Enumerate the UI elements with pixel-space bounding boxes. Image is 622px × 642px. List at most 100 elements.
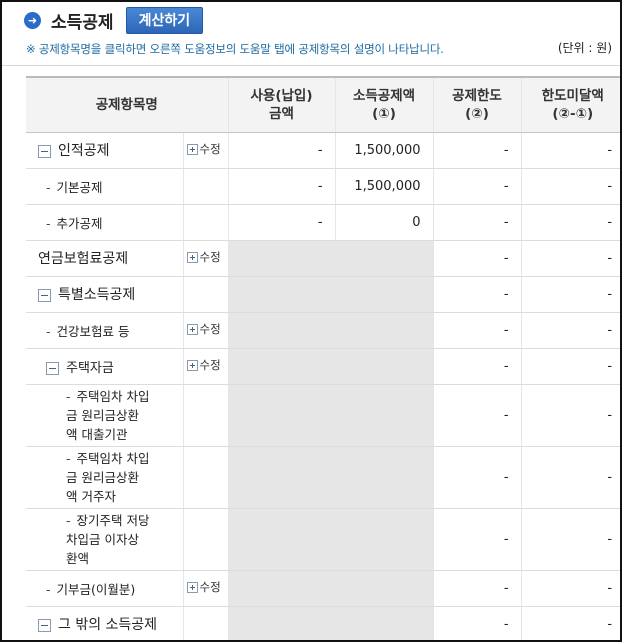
used-amount: - xyxy=(227,132,336,169)
limit-amount: - xyxy=(432,276,522,313)
row-name-special[interactable]: 특별소득공제 xyxy=(26,276,183,313)
remain-amount: - xyxy=(520,384,620,447)
plus-icon xyxy=(186,359,198,371)
table-row: - 주택임차 차입 금 원리금상환 액 대출기관 - - xyxy=(26,384,620,447)
deduct-amount xyxy=(334,446,434,509)
col-header-name: 공제항목명 xyxy=(26,76,229,133)
table-row: - 주택임차 차입 금 원리금상환 액 거주자 - - xyxy=(26,446,620,509)
table-header-row: 공제항목명 사용(납입) 금액 소득공제액 (①) 공제한도 (②) 한도미달액 (②-… xyxy=(26,76,620,133)
remain-amount: - xyxy=(520,508,620,571)
calculate-button[interactable]: 계산하기 xyxy=(125,6,204,34)
col-header-used: 사용(납입) 금액 xyxy=(227,76,336,133)
deduct-amount: 0 xyxy=(334,204,434,241)
edit-cell[interactable]: 수정 xyxy=(182,240,229,277)
collapse-icon[interactable] xyxy=(38,144,51,158)
table-row: - 추가공제 - 0 - - xyxy=(26,204,620,241)
table-row: 그 밖의 소득공제 - - xyxy=(26,606,620,640)
edit-button[interactable]: 수정 xyxy=(186,321,221,337)
edit-cell xyxy=(182,606,229,640)
row-name-other[interactable]: 그 밖의 소득공제 xyxy=(26,606,183,640)
deduct-amount xyxy=(334,606,434,640)
edit-cell xyxy=(182,384,229,447)
collapse-icon[interactable] xyxy=(46,361,59,375)
edit-cell[interactable]: 수정 xyxy=(182,312,229,349)
table-row: 주택자금 수정 - - xyxy=(26,348,620,385)
plus-icon xyxy=(186,581,198,593)
collapse-icon[interactable] xyxy=(38,288,51,302)
row-name-additional[interactable]: - 추가공제 xyxy=(26,204,183,241)
row-name-lease-loan-institution[interactable]: - 주택임차 차입 금 원리금상환 액 대출기관 xyxy=(26,384,183,447)
used-amount xyxy=(227,384,336,447)
unit-label: (단위 : 원) xyxy=(557,41,612,55)
used-amount xyxy=(227,606,336,640)
limit-amount: - xyxy=(432,384,522,447)
row-name-mortgage-interest[interactable]: - 장기주택 저당 차입금 이자상 환액 xyxy=(26,508,183,571)
edit-cell xyxy=(182,168,229,205)
remain-amount: - xyxy=(520,446,620,509)
limit-amount: - xyxy=(432,606,522,640)
deduct-amount xyxy=(334,348,434,385)
help-notice: ※ 공제항목명을 클릭하면 오른쪽 도움정보의 도움말 탭에 공제항목의 설명이… xyxy=(26,42,444,56)
row-name-personal[interactable]: 인적공제 xyxy=(26,132,183,169)
edit-cell[interactable]: 수정 xyxy=(182,570,229,607)
edit-button[interactable]: 수정 xyxy=(186,579,221,595)
edit-cell xyxy=(182,276,229,313)
remain-amount: - xyxy=(520,570,620,607)
remain-amount: - xyxy=(520,606,620,640)
table-row: - 기본공제 - 1,500,000 - - xyxy=(26,168,620,205)
limit-amount: - xyxy=(432,508,522,571)
row-name-donation[interactable]: - 기부금(이월분) xyxy=(26,570,183,607)
limit-amount: - xyxy=(432,348,522,385)
row-name-health[interactable]: - 건강보험료 등 xyxy=(26,312,183,349)
edit-cell[interactable]: 수정 xyxy=(182,348,229,385)
limit-amount: - xyxy=(432,132,522,169)
limit-amount: - xyxy=(432,312,522,349)
collapse-icon[interactable] xyxy=(38,618,51,632)
limit-amount: - xyxy=(432,446,522,509)
remain-amount: - xyxy=(520,276,620,313)
edit-button[interactable]: 수정 xyxy=(186,141,221,157)
edit-cell xyxy=(182,204,229,241)
used-amount: - xyxy=(227,204,336,241)
used-amount xyxy=(227,276,336,313)
row-name-pension[interactable]: 연금보험료공제 xyxy=(26,240,183,277)
row-name-basic[interactable]: - 기본공제 xyxy=(26,168,183,205)
divider xyxy=(2,65,620,66)
edit-button[interactable]: 수정 xyxy=(186,249,221,265)
remain-amount: - xyxy=(520,168,620,205)
edit-cell xyxy=(182,446,229,509)
arrow-right-circle-icon: ➜ xyxy=(24,11,41,29)
table-row: - 기부금(이월분) 수정 - - xyxy=(26,570,620,607)
col-header-limit: 공제한도 (②) xyxy=(432,76,522,133)
row-name-housing[interactable]: 주택자금 xyxy=(26,348,183,385)
deduction-table: 공제항목명 사용(납입) 금액 소득공제액 (①) 공제한도 (②) 한도미달액 (②-… xyxy=(26,76,620,640)
edit-cell xyxy=(182,508,229,571)
table-row: - 건강보험료 등 수정 - - xyxy=(26,312,620,349)
remain-amount: - xyxy=(520,312,620,349)
page-title: 소득공제 xyxy=(51,12,114,33)
limit-amount: - xyxy=(432,168,522,205)
remain-amount: - xyxy=(520,240,620,277)
plus-icon xyxy=(186,251,198,263)
remain-amount: - xyxy=(520,132,620,169)
table-row: - 장기주택 저당 차입금 이자상 환액 - - xyxy=(26,508,620,571)
used-amount xyxy=(227,240,336,277)
deduct-amount xyxy=(334,384,434,447)
limit-amount: - xyxy=(432,570,522,607)
table-row: 인적공제 수정 - 1,500,000 - - xyxy=(26,132,620,169)
used-amount xyxy=(227,570,336,607)
used-amount: - xyxy=(227,168,336,205)
deduct-amount xyxy=(334,508,434,571)
deduct-amount xyxy=(334,240,434,277)
row-name-lease-loan-resident[interactable]: - 주택임차 차입 금 원리금상환 액 거주자 xyxy=(26,446,183,509)
plus-icon xyxy=(186,143,198,155)
table-row: 연금보험료공제 수정 - - xyxy=(26,240,620,277)
deduct-amount: 1,500,000 xyxy=(334,132,434,169)
edit-cell[interactable]: 수정 xyxy=(182,132,229,169)
deduct-amount xyxy=(334,276,434,313)
limit-amount: - xyxy=(432,240,522,277)
used-amount xyxy=(227,348,336,385)
deduct-amount xyxy=(334,570,434,607)
remain-amount: - xyxy=(520,348,620,385)
edit-button[interactable]: 수정 xyxy=(186,357,221,373)
